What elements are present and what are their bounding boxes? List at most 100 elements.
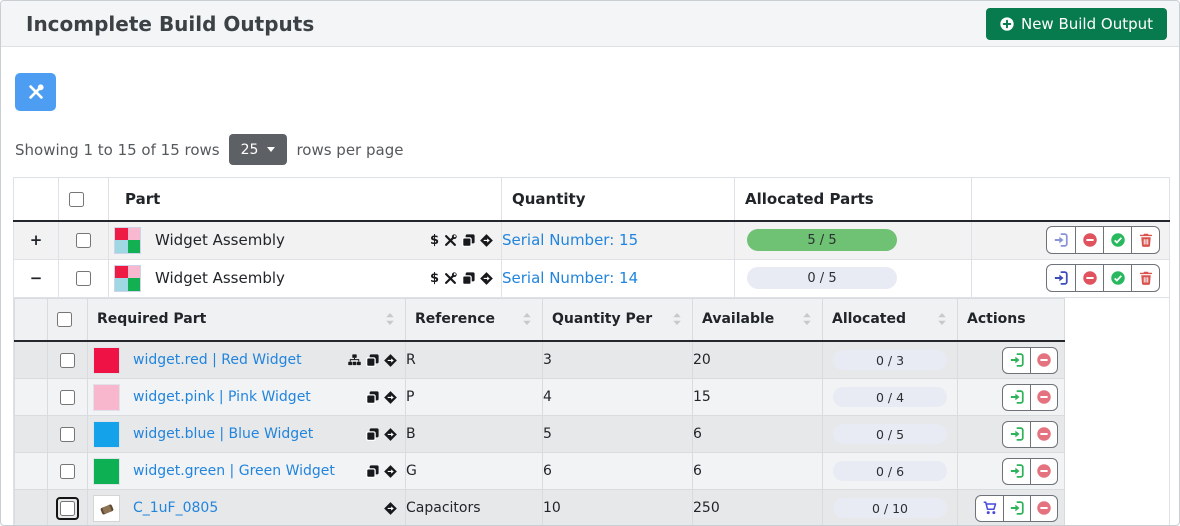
diamond-arrow-icon (480, 234, 493, 247)
required-part-row-green: widget.green | Green Widget G 6 (15, 453, 1065, 490)
sub-row-checkbox[interactable] (60, 464, 75, 479)
delete-output-button[interactable] (1131, 265, 1159, 291)
allocate-stock-button[interactable] (1003, 459, 1030, 484)
chevron-down-icon (267, 147, 275, 152)
column-header-allocated[interactable]: Allocated (823, 298, 958, 341)
complete-output-button[interactable] (1103, 265, 1131, 291)
allocate-stock-button[interactable] (1003, 385, 1030, 410)
row-action-buttons (1002, 347, 1058, 374)
sort-icon[interactable] (671, 313, 683, 325)
sub-row-checkbox[interactable] (60, 501, 75, 516)
allocate-stock-button[interactable] (1003, 496, 1030, 521)
column-header-allocated-parts: Allocated Parts (735, 178, 972, 221)
allocation-progress-bar: 0 / 4 (833, 387, 947, 407)
collapse-row-button[interactable]: − (14, 259, 59, 297)
part-name: Widget Assembly (155, 269, 285, 287)
column-header-actions: Actions (958, 298, 1065, 341)
allocation-progress-bar: 0 / 5 (833, 424, 947, 444)
allocate-stock-button[interactable] (1003, 422, 1030, 447)
deallocate-stock-button[interactable] (1030, 422, 1057, 447)
diamond-arrow-icon (384, 502, 397, 515)
row-checkbox[interactable] (76, 271, 91, 286)
column-header-reference[interactable]: Reference (406, 298, 543, 341)
available-cell: 15 (693, 379, 823, 416)
serial-number-link[interactable]: Serial Number: 15 (502, 231, 638, 249)
part-name: Widget Assembly (155, 231, 285, 249)
page-size-dropdown[interactable]: 25 (229, 134, 288, 165)
clone-icon (366, 428, 379, 441)
reference-cell: B (406, 416, 543, 453)
clone-icon (366, 391, 379, 404)
required-part-row-red: widget.red | Red Widget R (15, 341, 1065, 379)
allocation-progress-bar: 0 / 10 (833, 498, 947, 518)
select-all-checkbox[interactable] (69, 192, 84, 207)
diamond-arrow-icon (384, 354, 397, 367)
buy-parts-button[interactable] (976, 496, 1003, 521)
focused-checkbox-ring (56, 497, 79, 520)
column-header-available[interactable]: Available (693, 298, 823, 341)
sub-row-checkbox[interactable] (60, 427, 75, 442)
deallocate-stock-button[interactable] (1030, 385, 1057, 410)
required-part-link[interactable]: widget.pink | Pink Widget (133, 389, 311, 405)
new-build-output-button[interactable]: New Build Output (986, 8, 1167, 40)
sub-row-checkbox[interactable] (60, 390, 75, 405)
gutter-cell (15, 341, 48, 379)
part-thumbnail (114, 227, 141, 254)
available-cell: 250 (693, 490, 823, 526)
column-header-part: Part (109, 178, 502, 221)
required-part-link[interactable]: widget.red | Red Widget (133, 352, 302, 368)
row-action-buttons (975, 495, 1058, 522)
gutter-cell (15, 453, 48, 490)
diamond-arrow-icon (384, 391, 397, 404)
tools-icon (444, 272, 457, 285)
gutter-cell (15, 416, 48, 453)
column-header-required-part[interactable]: Required Part (88, 298, 406, 341)
quantity-per-cell: 3 (543, 341, 693, 379)
allocate-stock-button[interactable] (1047, 265, 1075, 291)
quantity-per-cell: 6 (543, 453, 693, 490)
column-header-quantity: Quantity (502, 178, 735, 221)
deallocate-stock-button[interactable] (1075, 227, 1103, 253)
required-parts-table: Required Part Reference Quantity Per Ava… (14, 298, 1065, 526)
plus-circle-icon (1000, 17, 1014, 31)
expand-row-button[interactable]: + (14, 221, 59, 260)
sub-table-header-row: Required Part Reference Quantity Per Ava… (15, 298, 1065, 341)
row-action-buttons (1002, 458, 1058, 485)
sort-icon[interactable] (521, 313, 533, 325)
tools-icon (28, 84, 44, 100)
allocate-stock-button[interactable] (1003, 348, 1030, 373)
complete-output-button[interactable] (1103, 227, 1131, 253)
required-part-link[interactable]: C_1uF_0805 (133, 500, 218, 516)
row-action-buttons (1002, 384, 1058, 411)
sub-select-all-checkbox[interactable] (57, 312, 72, 327)
reference-cell: R (406, 341, 543, 379)
page-size-value: 25 (241, 142, 259, 158)
deallocate-stock-button[interactable] (1030, 496, 1057, 521)
deallocate-stock-button[interactable] (1030, 459, 1057, 484)
sub-row-checkbox[interactable] (60, 353, 75, 368)
delete-output-button[interactable] (1131, 227, 1159, 253)
required-part-link[interactable]: widget.blue | Blue Widget (133, 426, 313, 442)
required-part-row-pink: widget.pink | Pink Widget P 4 (15, 379, 1065, 416)
sort-icon[interactable] (936, 313, 948, 325)
diamond-arrow-icon (384, 465, 397, 478)
dollar-icon: $ (430, 271, 439, 286)
serial-number-link[interactable]: Serial Number: 14 (502, 269, 638, 287)
sort-icon[interactable] (384, 313, 396, 325)
allocate-stock-button[interactable] (1047, 227, 1075, 253)
reference-cell: Capacitors (406, 490, 543, 526)
allocation-progress-bar: 0 / 5 (747, 267, 897, 289)
diamond-arrow-icon (480, 272, 493, 285)
deallocate-stock-button[interactable] (1030, 348, 1057, 373)
allocation-progress-bar: 5 / 5 (747, 229, 897, 251)
gutter-cell (15, 379, 48, 416)
row-checkbox[interactable] (76, 233, 91, 248)
sort-icon[interactable] (801, 313, 813, 325)
column-header-quantity-per[interactable]: Quantity Per (543, 298, 693, 341)
build-output-actions-button[interactable] (15, 73, 56, 111)
deallocate-stock-button[interactable] (1075, 265, 1103, 291)
required-part-link[interactable]: widget.green | Green Widget (133, 463, 335, 479)
part-thumbnail (93, 384, 120, 411)
pagination-summary: Showing 1 to 15 of 15 rows (15, 141, 220, 159)
sub-select-all-header (48, 298, 88, 341)
